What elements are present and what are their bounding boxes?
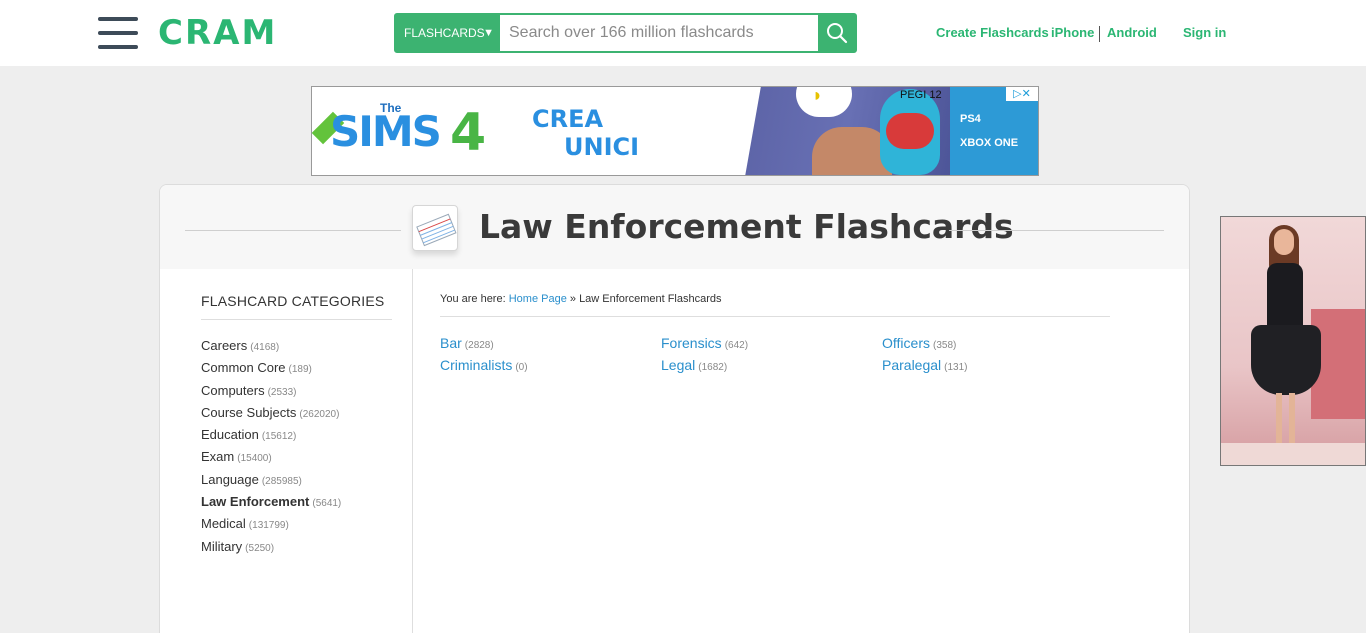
banana-icon: ◗: [812, 86, 823, 105]
category-label: Medical: [201, 516, 246, 532]
search-input[interactable]: [500, 15, 818, 51]
title-rule-right: [949, 230, 1164, 231]
subcategory-count: (1682): [698, 362, 728, 373]
category-careers[interactable]: Careers (4168): [201, 338, 341, 360]
ad-brand-number: 4: [450, 103, 487, 163]
category-label: Course Subjects: [201, 404, 297, 420]
search-button[interactable]: [818, 15, 855, 51]
category-label: Military: [201, 538, 243, 554]
sidebar-title: FLASHCARD CATEGORIES: [201, 293, 385, 309]
category-exam[interactable]: Exam (15400): [201, 449, 341, 471]
breadcrumb-separator: »: [569, 293, 576, 305]
android-link[interactable]: Android: [1107, 25, 1157, 40]
category-label: Common Core: [201, 360, 286, 376]
subcategory-bar[interactable]: Bar (2828): [440, 335, 494, 351]
subcategory-forensics[interactable]: Forensics (642): [661, 335, 748, 351]
ad-model-face: [1274, 229, 1294, 255]
category-label: Language: [201, 471, 259, 487]
breadcrumb-home-link[interactable]: Home Page: [509, 293, 567, 305]
subcategory-label: Bar: [440, 335, 462, 351]
sidebar-divider: [201, 319, 392, 320]
menu-icon[interactable]: [98, 17, 138, 49]
subcategory-label: Paralegal: [882, 357, 942, 373]
category-law-enforcement[interactable]: Law Enforcement (5641): [201, 494, 341, 516]
category-count: (5641): [312, 498, 342, 510]
ad-character-face: [880, 89, 940, 175]
category-language[interactable]: Language (285985): [201, 472, 341, 494]
search-category-dropdown[interactable]: FLASHCARDS ▼: [396, 15, 500, 51]
dropdown-arrow-icon: ▼: [483, 27, 494, 39]
categories-sidebar: FLASHCARD CATEGORIES Careers (4168) Commo…: [160, 269, 413, 633]
title-rule-left: [185, 230, 401, 231]
subcategory-label: Criminalists: [440, 357, 513, 373]
link-divider: [1099, 26, 1100, 42]
subcategory-criminalists[interactable]: Criminalists (0): [440, 357, 528, 373]
category-count: (189): [288, 364, 312, 376]
category-label: Careers: [201, 338, 248, 353]
ad-sims-logo: The SIMS 4: [312, 93, 500, 169]
category-education[interactable]: Education (15612): [201, 427, 341, 449]
breadcrumb-prefix: You are here:: [440, 293, 506, 305]
adchoices-icon[interactable]: ▷✕: [1006, 87, 1038, 101]
ps4-label: PS4: [960, 113, 981, 125]
category-medical[interactable]: Medical (131799): [201, 516, 341, 538]
breadcrumb-current: Law Enforcement Flashcards: [579, 293, 722, 305]
category-computers[interactable]: Computers (2533): [201, 383, 341, 405]
category-course-subjects[interactable]: Course Subjects (262020): [201, 405, 341, 427]
category-count: (15400): [237, 453, 272, 465]
content-divider: [440, 316, 1110, 317]
search-icon: [827, 23, 848, 44]
category-military[interactable]: Military (5250): [201, 539, 341, 561]
breadcrumb: You are here: Home Page » Law Enforcemen…: [440, 293, 722, 305]
speech-bubble: [796, 87, 852, 117]
create-flashcards-link[interactable]: Create Flashcards: [936, 25, 1049, 40]
category-label: Exam: [201, 449, 235, 465]
subcategory-count: (0): [515, 362, 528, 373]
search-bar: FLASHCARDS ▼: [394, 13, 857, 53]
flashcard-icon: [412, 205, 458, 251]
ad-text-line1: CREA: [532, 105, 604, 133]
page-title: Law Enforcement Flashcards: [479, 207, 1014, 246]
category-label: Law Enforcement: [201, 494, 310, 510]
subcategory-label: Officers: [882, 335, 930, 351]
category-count: (285985): [261, 475, 302, 487]
category-count: (5250): [245, 542, 275, 554]
subcategory-officers[interactable]: Officers (358): [882, 335, 956, 351]
xbox-label: XBOX ONE: [960, 137, 1019, 149]
top-header: CRAM FLASHCARDS ▼ Create Flashcards iPho…: [0, 0, 1366, 66]
subcategory-paralegal[interactable]: Paralegal (131): [882, 357, 968, 373]
category-common-core[interactable]: Common Core (189): [201, 360, 341, 382]
ad-brand-name: SIMS: [330, 107, 442, 156]
panel-header: Law Enforcement Flashcards: [160, 185, 1189, 269]
subcategory-label: Legal: [661, 357, 696, 373]
ad-artwork: ◗ PEGI 12: [713, 86, 950, 175]
cram-logo[interactable]: CRAM: [158, 12, 277, 54]
category-label: Computers: [201, 382, 265, 398]
subcategory-count: (131): [944, 362, 968, 373]
subcategory-count: (358): [932, 340, 957, 351]
search-category-label: FLASHCARDS: [404, 26, 485, 40]
category-count: (15612): [261, 431, 297, 443]
pegi-rating: PEGI 12: [900, 89, 942, 101]
subcategory-legal[interactable]: Legal (1682): [661, 357, 727, 373]
category-list: Careers (4168) Common Core (189) Computers…: [201, 338, 341, 561]
side-ad[interactable]: [1220, 216, 1366, 466]
ad-model-dress: [1251, 325, 1321, 395]
ad-model-dress-top: [1267, 263, 1303, 333]
category-count: (2533): [267, 386, 297, 398]
subcategory-label: Forensics: [661, 335, 722, 351]
category-count: (4168): [250, 342, 280, 353]
main-panel: Law Enforcement Flashcards FLASHCARD CAT…: [159, 184, 1190, 633]
ad-text-line2: UNICI: [564, 133, 640, 161]
banner-ad[interactable]: The SIMS 4 CREA UNICI ◗ PEGI 12 PS4 XBOX…: [311, 86, 1039, 176]
subcategory-count: (642): [724, 340, 749, 351]
sign-in-link[interactable]: Sign in: [1183, 25, 1226, 40]
category-label: Education: [201, 427, 259, 443]
category-count: (262020): [299, 408, 340, 420]
iphone-link[interactable]: iPhone: [1051, 25, 1094, 40]
subcategory-count: (2828): [464, 340, 494, 351]
category-count: (131799): [248, 520, 289, 532]
